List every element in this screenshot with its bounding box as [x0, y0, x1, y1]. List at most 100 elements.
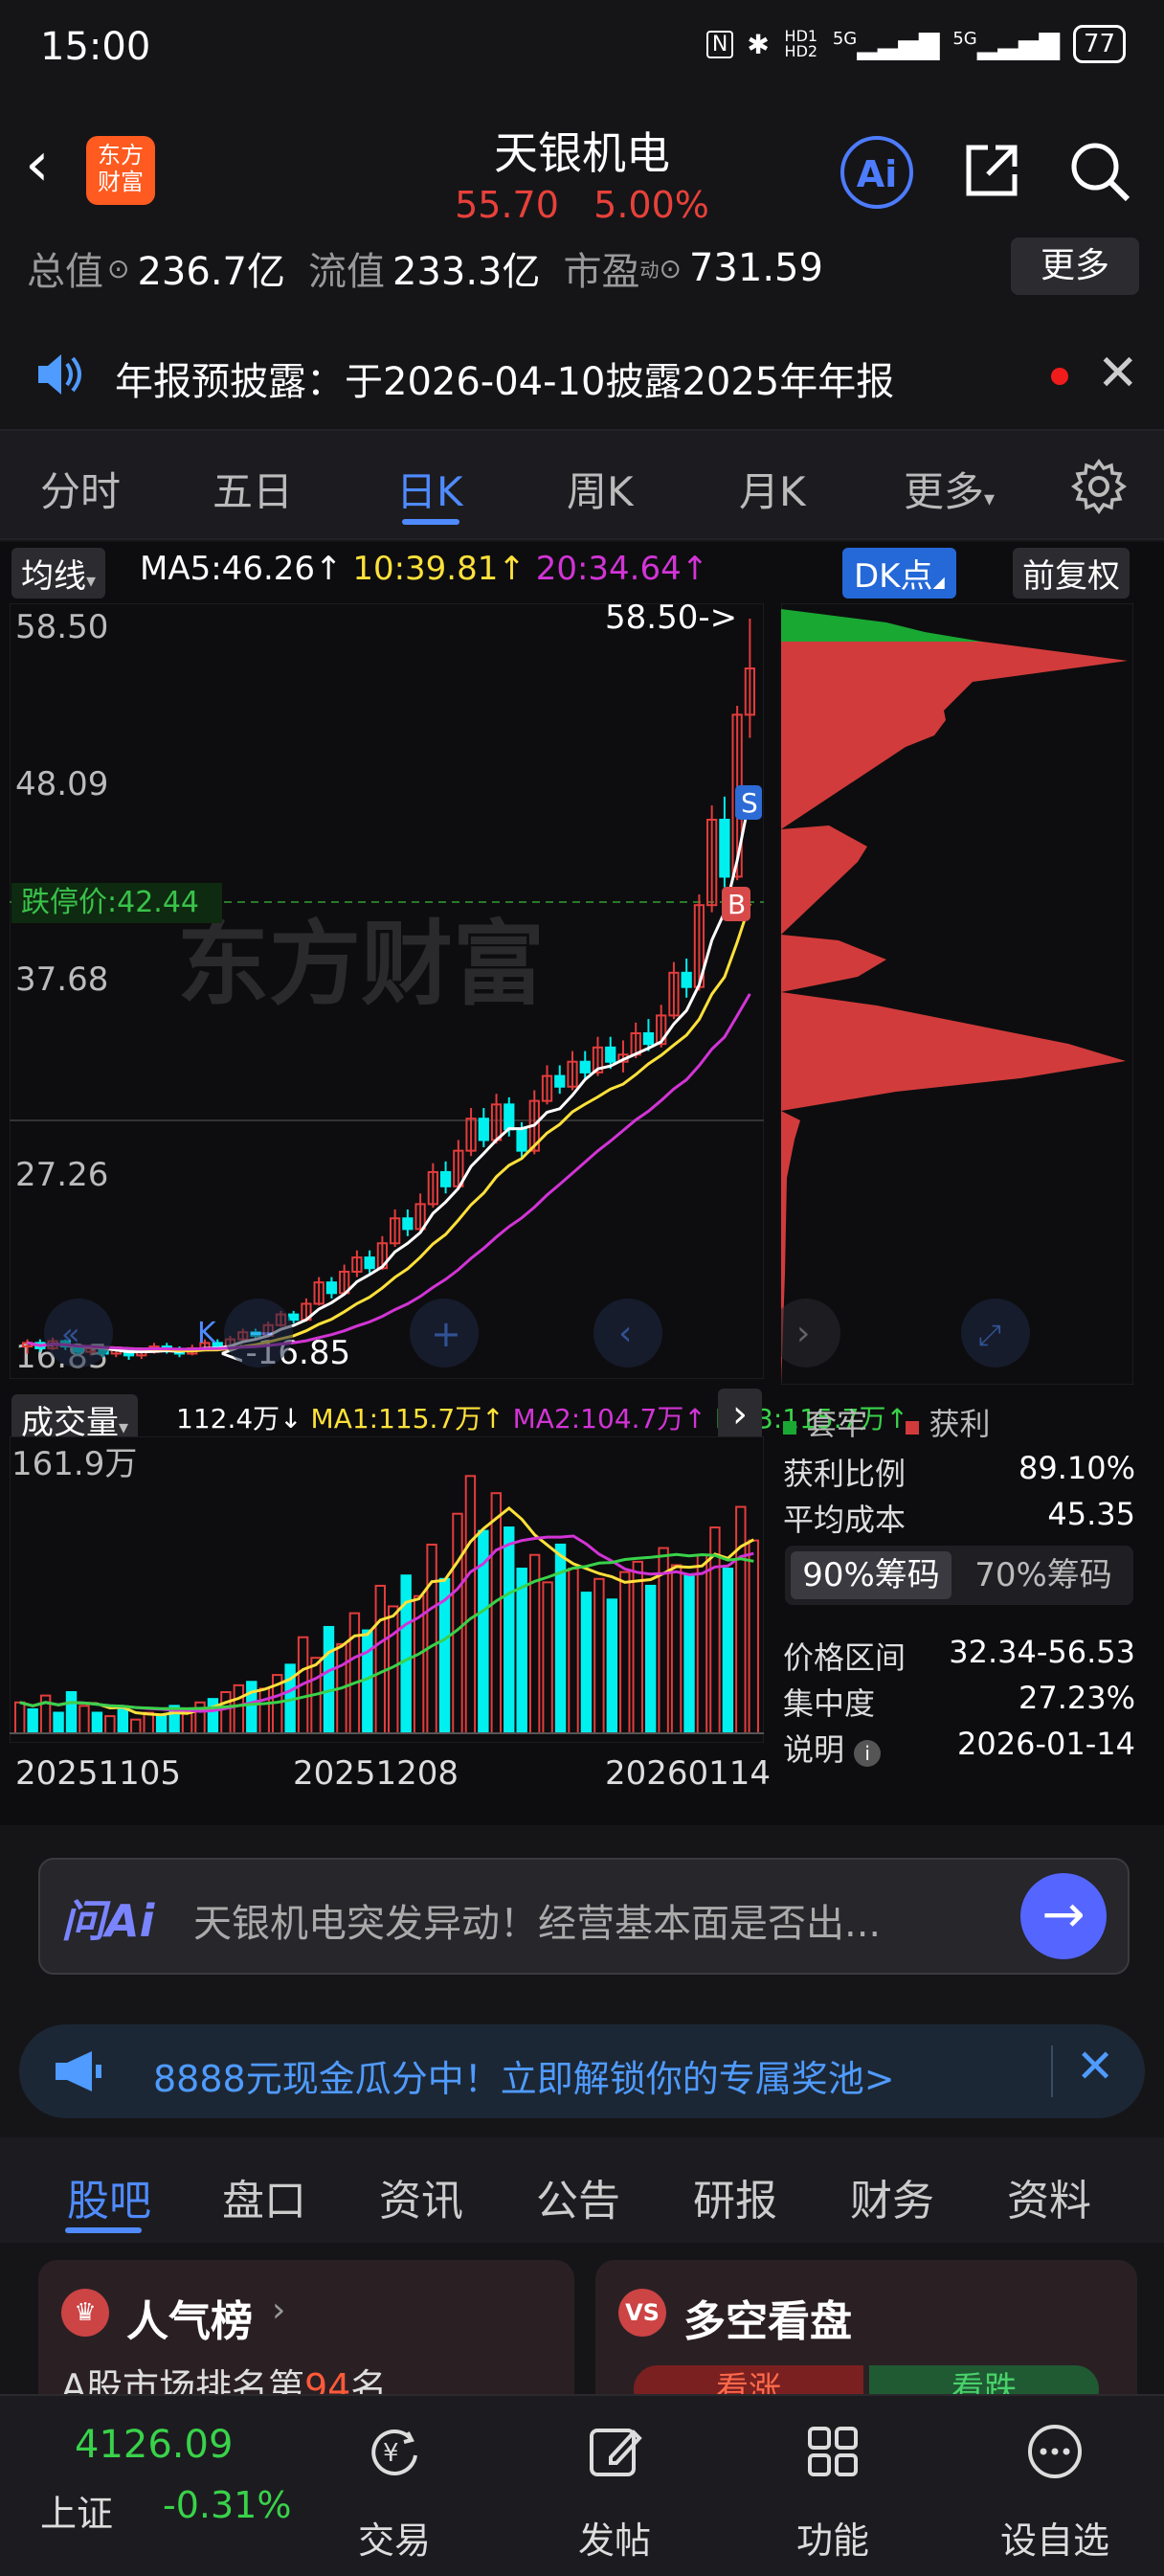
popularity-title: 人气榜 [126, 2297, 253, 2346]
volume-bar [91, 1711, 103, 1734]
ma10-value: 10:39.81↑ [352, 550, 526, 588]
divider [1051, 2045, 1053, 2097]
ai-button[interactable]: Ai [840, 136, 913, 209]
bottom-nav: 4126.09 上证 -0.31% ¥ 交易 发帖 功能 设自选 [0, 2394, 1164, 2576]
ask-ai-bar[interactable]: 问Ai 天银机电突发异动！经营基本面是否出... → [38, 1858, 1130, 1975]
volume-bar [683, 1574, 695, 1734]
search-icon[interactable] [1068, 140, 1131, 216]
index-name[interactable]: 上证 [40, 2484, 113, 2537]
ask-ai-logo: 问Ai [61, 1895, 155, 1947]
dk-button[interactable]: DK点◢ [842, 548, 956, 599]
close-icon[interactable]: ✕ [1097, 345, 1139, 402]
metrics-bar: 总值 ⊙ 236.7亿 流值 233.3亿 市盈 动 ⊙ 731.59 [27, 239, 846, 297]
float-value-label: 流值 [307, 250, 385, 294]
adjust-button[interactable]: 前复权 [1013, 548, 1130, 599]
info-icon[interactable]: ⊙ [660, 253, 682, 284]
ma-selector[interactable]: 均线▾ [11, 548, 106, 599]
popularity-card[interactable]: ♛ 人气榜 › A股市场排名第94名 [38, 2260, 574, 2413]
legend-profit: 获利 [929, 1406, 991, 1442]
info-circle-icon[interactable]: i [854, 1740, 882, 1767]
volume-bar [722, 1568, 734, 1734]
network-label-2: 5G [952, 28, 977, 49]
tab-monthly-k[interactable]: 月K [739, 460, 806, 518]
profit-square-icon [906, 1421, 920, 1435]
tab-news[interactable]: 资讯 [379, 2166, 463, 2227]
chip-row-value: 2026-01-14 [957, 1726, 1135, 1762]
tab-weekly-k[interactable]: 周K [567, 460, 634, 518]
total-value-label: 总值 [27, 250, 103, 294]
promo-text: 8888元现金瓜分中！立即解锁你的专属奖池> [153, 2058, 895, 2100]
tab-more-label: 更多 [904, 468, 985, 515]
tab-daily-k[interactable]: 日K [396, 460, 463, 518]
section-tabs: 股吧 盘口 资讯 公告 研报 财务 资料 [0, 2137, 1164, 2243]
info-icon[interactable]: ⊙ [107, 253, 129, 284]
seg-90[interactable]: 90%筹码 [791, 1551, 951, 1599]
volume-bar [644, 1584, 657, 1734]
chip-row-label: 集中度 [783, 1685, 876, 1722]
status-time: 15:00 [40, 25, 151, 69]
volume-bar [117, 1707, 129, 1734]
tab-research[interactable]: 研报 [693, 2166, 777, 2227]
total-value: 236.7亿 [137, 250, 285, 294]
share-icon[interactable] [961, 140, 1022, 215]
nav-functions[interactable]: 功能 [766, 2511, 900, 2564]
tab-profile[interactable]: 资料 [1007, 2166, 1091, 2227]
volume-bar [65, 1691, 78, 1734]
chip-row: 价格区间 32.34-56.53 [783, 1634, 1135, 1678]
volume-bar [323, 1625, 335, 1734]
more-dots-icon[interactable] [988, 2421, 1122, 2496]
grid-icon[interactable] [766, 2421, 900, 2496]
plus-icon: + [431, 1313, 461, 1355]
volume-bar [606, 1598, 618, 1734]
seg-70[interactable]: 70%筹码 [963, 1551, 1124, 1599]
ma20-value: 20:34.64↑ [535, 550, 709, 588]
tab-fenshi[interactable]: 分时 [40, 460, 121, 518]
chip-row: 集中度 27.23% [783, 1680, 1135, 1724]
nav-post[interactable]: 发帖 [548, 2511, 682, 2564]
tab-pankou[interactable]: 盘口 [222, 2166, 306, 2227]
tab-finance[interactable]: 财务 [850, 2166, 934, 2227]
trade-icon[interactable]: ¥ [327, 2421, 461, 2496]
speaker-icon [34, 352, 84, 400]
y-label-2: 48.09 [15, 765, 108, 803]
compose-icon[interactable] [548, 2421, 682, 2496]
index-change[interactable]: -0.31% [163, 2484, 291, 2526]
chip-distribution-chart[interactable]: › ⤢ [781, 603, 1133, 1385]
candle-body [364, 1256, 375, 1270]
signal-b: B [728, 889, 746, 920]
battery-icon: 77 [1072, 25, 1126, 63]
candle-body [605, 1046, 616, 1063]
chip-row-value: 89.10% [1018, 1450, 1135, 1486]
nav-add-watchlist[interactable]: 设自选 [988, 2511, 1122, 2564]
close-icon[interactable]: ✕ [1076, 2040, 1114, 2093]
x-label-1: 20251105 [15, 1754, 182, 1793]
bull-bear-card[interactable]: VS 多空看盘 看涨 看跌 [595, 2260, 1137, 2413]
volume-bar [400, 1574, 412, 1734]
kline-chart[interactable]: 东方财富 跌停价:42.44 58.50 48.09 37.68 27.26 1… [10, 603, 764, 1379]
index-value[interactable]: 4126.09 [75, 2423, 233, 2467]
volume-chart[interactable]: 161.9万 [10, 1436, 764, 1743]
arrow-right-icon[interactable]: → [1020, 1873, 1107, 1959]
tab-underline [402, 519, 459, 525]
watermark: 东方财富 [177, 911, 545, 1018]
tab-announcements[interactable]: 公告 [536, 2166, 620, 2227]
corner-icon: ◢ [932, 573, 945, 591]
notice-text: 年报预披露：于2026-04-10披露2025年年报 [115, 360, 895, 404]
volume-bar [53, 1711, 64, 1734]
tab-underline [65, 2227, 142, 2233]
volume-bar [207, 1698, 219, 1734]
notice-bar[interactable]: 年报预披露：于2026-04-10披露2025年年报 ✕ [0, 324, 1164, 423]
volume-bar [27, 1707, 38, 1734]
settings-gear-icon[interactable] [1070, 458, 1128, 519]
tab-five-day[interactable]: 五日 [213, 460, 293, 518]
promo-banner[interactable]: 8888元现金瓜分中！立即解锁你的专属奖池> ✕ [19, 2024, 1145, 2118]
tab-guba[interactable]: 股吧 [67, 2166, 151, 2227]
unread-dot [1051, 368, 1068, 385]
signal-icon-2: 5G▂▃▅▇ [952, 28, 1060, 60]
more-button[interactable]: 更多 [1011, 237, 1139, 295]
nav-trade[interactable]: 交易 [327, 2511, 461, 2564]
tab-more[interactable]: 更多▾ [904, 460, 995, 518]
period-tabs: 分时 五日 日K 周K 月K 更多▾ [0, 429, 1164, 540]
volume-bar [504, 1526, 515, 1734]
chip-range-toggle: 90%筹码 70%筹码 [785, 1546, 1133, 1605]
